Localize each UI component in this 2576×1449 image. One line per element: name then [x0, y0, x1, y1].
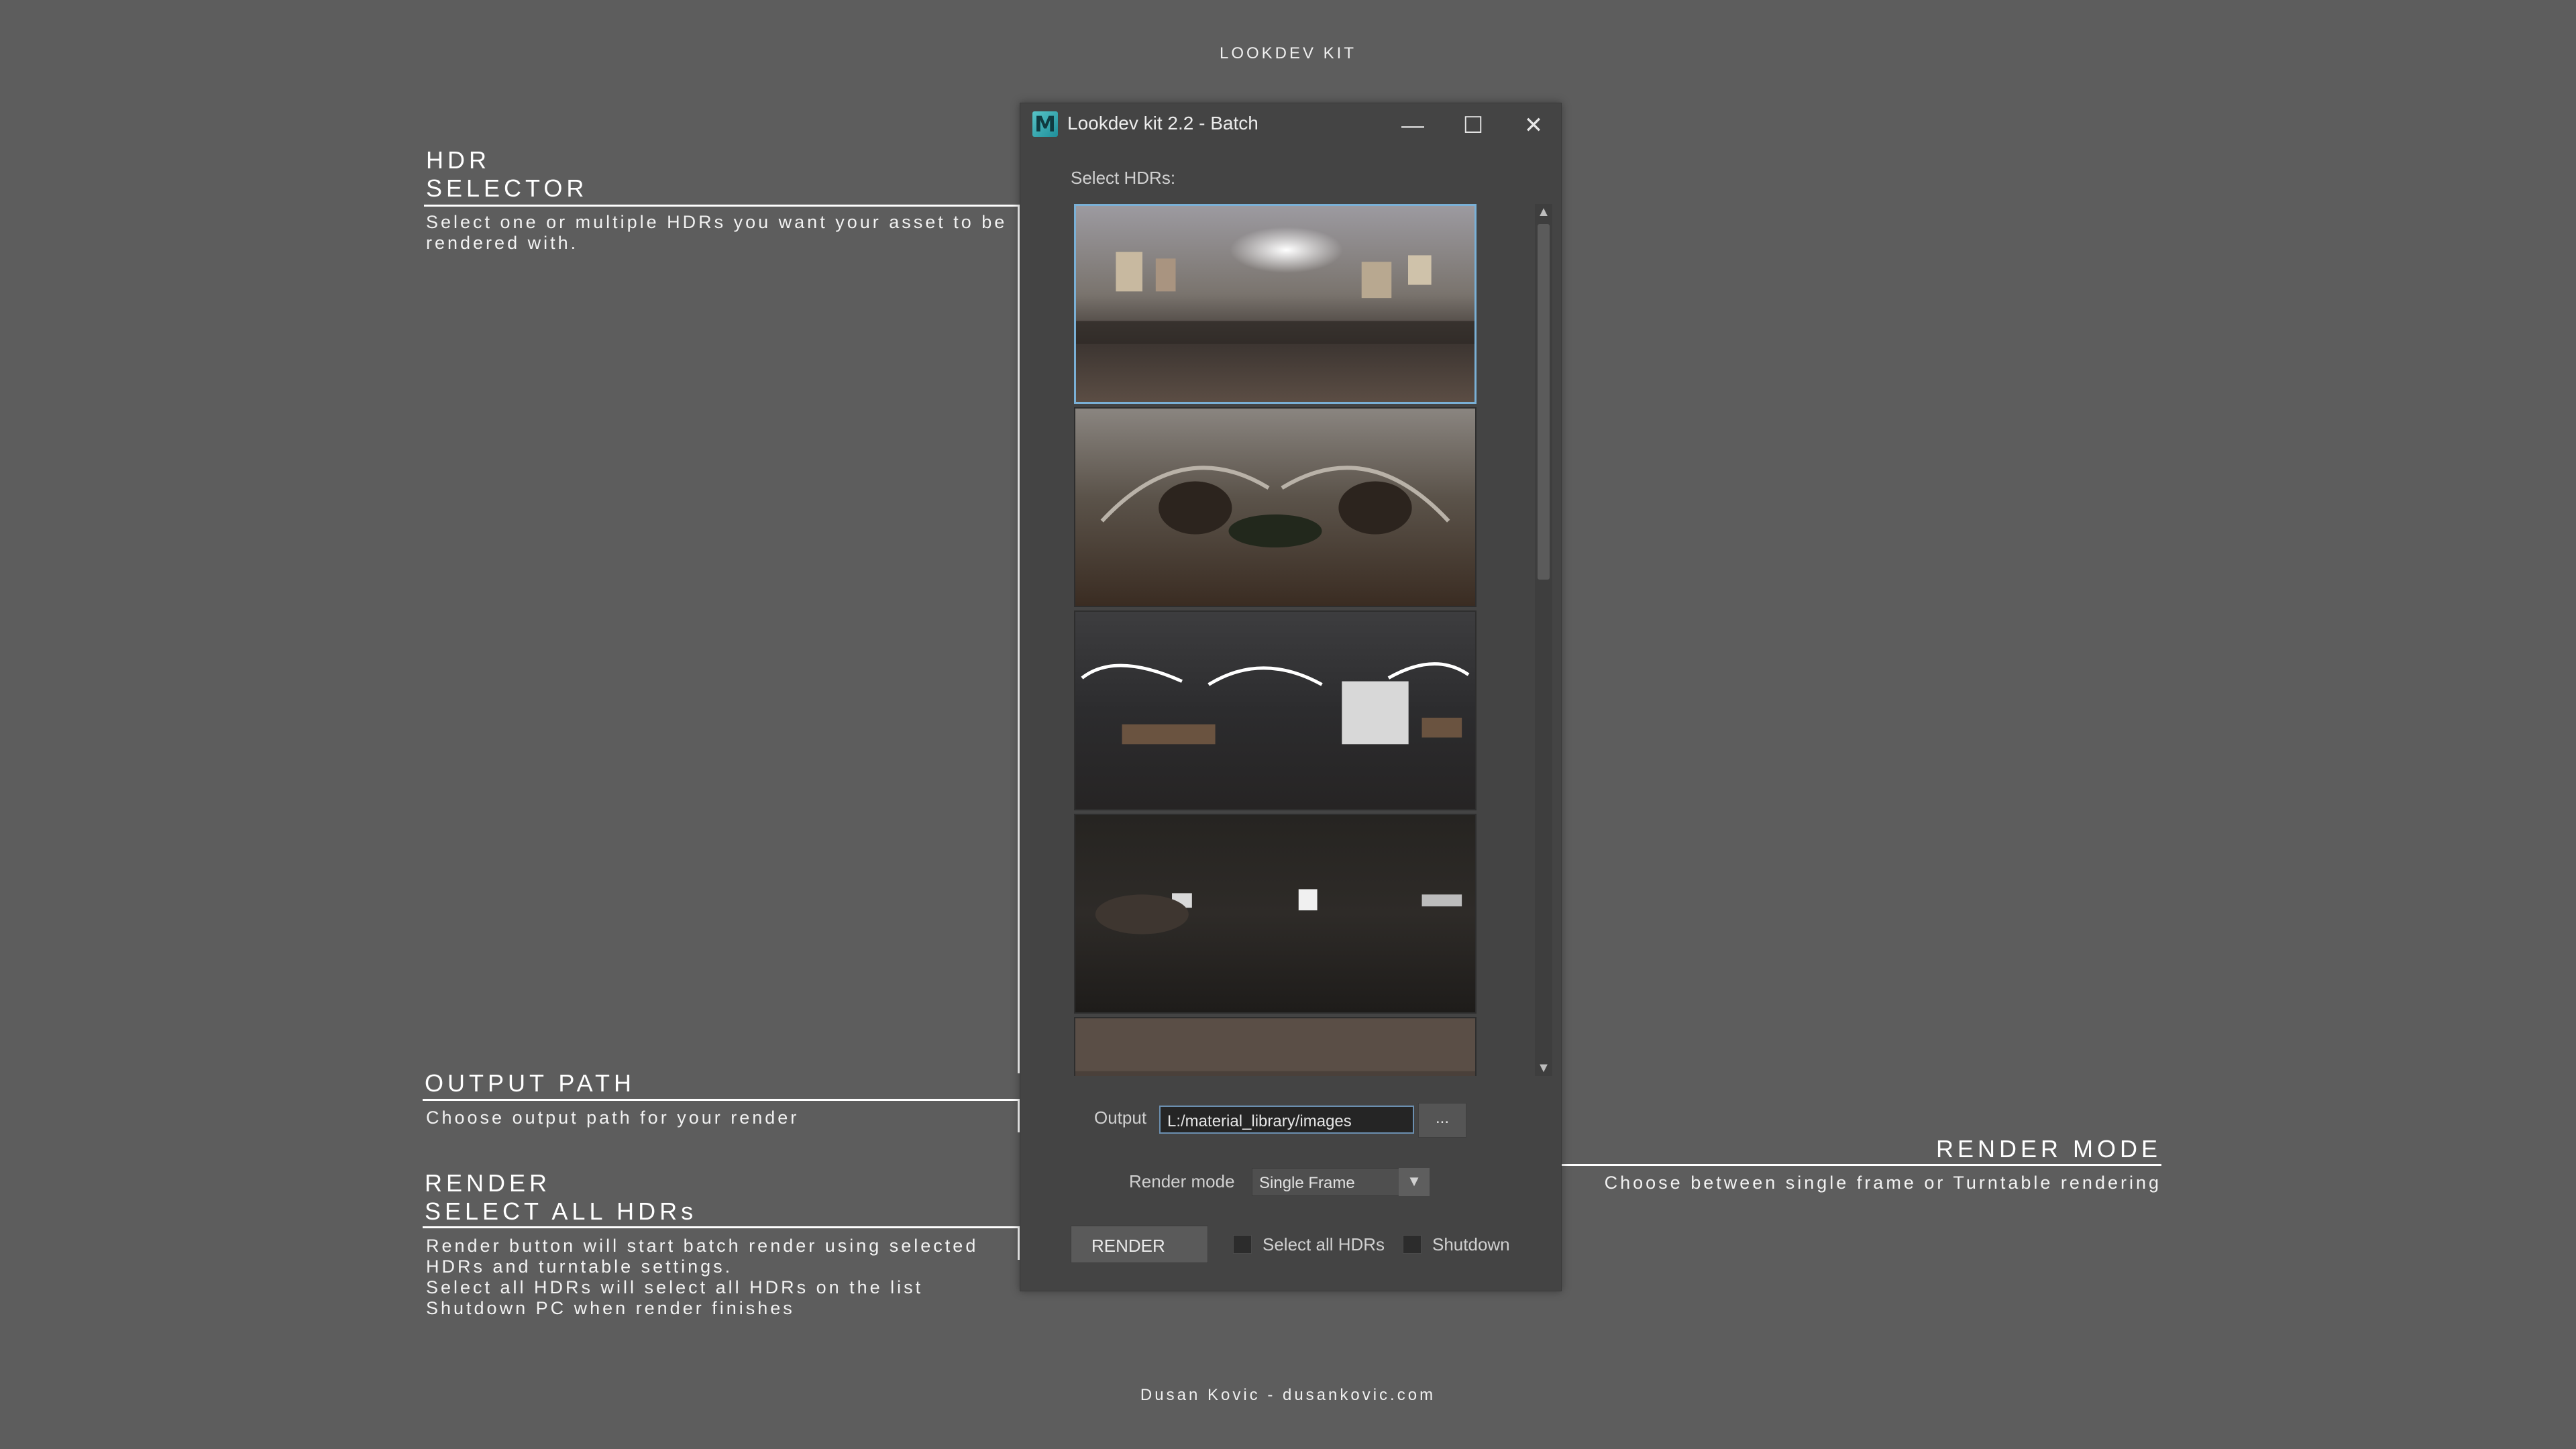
select-hdrs-label: Select HDRs: [1071, 168, 1176, 188]
render-title-1: RENDER [425, 1169, 551, 1197]
hdr-thumbnail-4[interactable] [1074, 814, 1477, 1014]
output-path-input[interactable]: L:/material_library/images [1159, 1106, 1414, 1134]
hdr-3-image [1075, 612, 1475, 809]
render-desc-1: Render button will start batch render us… [426, 1236, 979, 1256]
page-footer: Dusan Kovic - dusankovic.com [1140, 1386, 1436, 1404]
minimize-button[interactable]: — [1383, 107, 1443, 144]
hdr-selector-desc-2: rendered with. [426, 233, 579, 253]
hdr-selector-underline [424, 205, 1020, 207]
hdr-5-image [1075, 1018, 1475, 1076]
render-title-2: SELECT ALL HDRs [425, 1197, 698, 1225]
render-desc-3: Select all HDRs will select all HDRs on … [426, 1277, 924, 1297]
output-path-title: OUTPUT PATH [425, 1069, 636, 1097]
hdr-1-image [1076, 206, 1474, 402]
hdr-selector-title-1: HDR [426, 146, 490, 174]
page-title: LOOKDEV KIT [1219, 44, 1357, 62]
hdr-4-image [1075, 815, 1475, 1012]
scroll-up-arrow-icon[interactable]: ▲ [1535, 204, 1552, 220]
render-button[interactable]: RENDER [1071, 1226, 1208, 1263]
hdr-selector-desc-1: Select one or multiple HDRs you want you… [426, 212, 1008, 232]
select-all-hdrs-label: Select all HDRs [1263, 1234, 1385, 1254]
minimize-icon: — [1401, 112, 1424, 138]
scrollbar-thumb[interactable] [1538, 224, 1550, 580]
app-logo-icon: M [1032, 111, 1058, 137]
hdr-selector-title-2: SELECTOR [426, 174, 588, 202]
window-titlebar[interactable]: M Lookdev kit 2.2 - Batch — ☐ ✕ [1020, 103, 1561, 149]
shutdown-checkbox[interactable] [1403, 1235, 1421, 1254]
select-all-hdrs-checkbox[interactable] [1233, 1235, 1252, 1254]
render-mode-underline [1558, 1164, 2161, 1166]
render-underline [423, 1226, 1020, 1228]
render-mode-desc: Choose between single frame or Turntable… [1604, 1173, 2161, 1193]
hdr-thumbnail-5[interactable] [1074, 1017, 1477, 1076]
batch-window: M Lookdev kit 2.2 - Batch — ☐ ✕ Select H… [1020, 103, 1562, 1291]
render-mode-label: Render mode [1129, 1171, 1235, 1191]
output-label: Output [1094, 1108, 1147, 1128]
maximize-button[interactable]: ☐ [1443, 107, 1503, 144]
hdr-list[interactable] [1074, 204, 1490, 1076]
shutdown-label: Shutdown [1432, 1234, 1510, 1254]
hdr-2-image [1075, 409, 1475, 606]
output-path-desc: Choose output path for your render [426, 1108, 800, 1128]
browse-button[interactable]: ... [1418, 1103, 1466, 1138]
close-icon: ✕ [1523, 113, 1544, 138]
render-desc-2: HDRs and turntable settings. [426, 1256, 733, 1277]
render-desc-4: Shutdown PC when render finishes [426, 1298, 795, 1318]
chevron-down-icon[interactable]: ▼ [1399, 1168, 1430, 1196]
window-title: Lookdev kit 2.2 - Batch [1067, 113, 1258, 133]
hdr-thumbnail-2[interactable] [1074, 407, 1477, 607]
scroll-down-arrow-icon[interactable]: ▼ [1535, 1060, 1552, 1076]
hdr-thumbnail-3[interactable] [1074, 610, 1477, 810]
render-mode-title: RENDER MODE [1935, 1135, 2161, 1163]
maximize-icon: ☐ [1462, 113, 1484, 138]
close-button[interactable]: ✕ [1503, 107, 1564, 144]
output-path-underline [423, 1099, 1020, 1101]
hdr-thumbnail-1[interactable] [1074, 204, 1477, 404]
